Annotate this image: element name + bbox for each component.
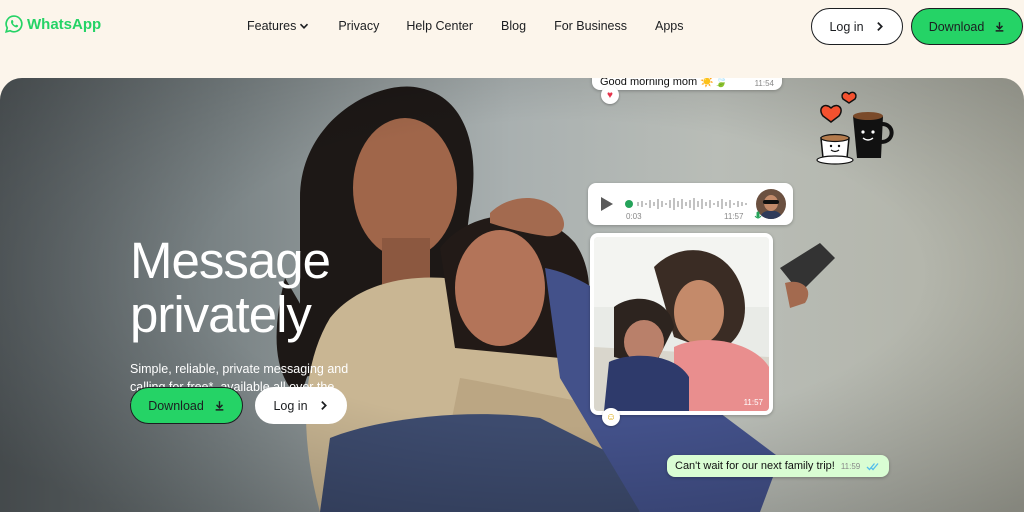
nav-item-label: Features — [247, 19, 297, 33]
message-text: Good morning mom ☀️🍃 — [600, 78, 728, 88]
voice-time: 11:57 — [724, 212, 744, 221]
message-time: 11:59 — [840, 461, 861, 471]
chat-outgoing-message: Can't wait for our next family trip! 11:… — [667, 455, 889, 477]
voice-waveform — [625, 198, 747, 210]
voice-elapsed: 0:03 — [626, 212, 642, 221]
nav-item-blog[interactable]: Blog — [501, 19, 526, 33]
nav-item-privacy[interactable]: Privacy — [338, 19, 379, 33]
nav-links: Features Privacy Help Center Blog For Bu… — [247, 19, 684, 33]
message-time: 11:54 — [754, 79, 774, 88]
top-navigation: WhatsApp Features Privacy Help Center Bl… — [0, 0, 1024, 52]
chevron-right-icon — [320, 401, 327, 410]
chevron-right-icon — [876, 22, 883, 31]
download-label: Download — [928, 19, 985, 34]
message-text: Can't wait for our next family trip! — [675, 460, 835, 472]
chat-message-good-morning: Good morning mom ☀️🍃 11:54 — [592, 78, 782, 90]
login-label: Log in — [273, 398, 308, 413]
hero-login-button[interactable]: Log in — [255, 387, 347, 424]
mic-icon — [754, 211, 762, 219]
nav-item-apps[interactable]: Apps — [655, 19, 684, 33]
download-icon — [995, 22, 1004, 32]
login-label: Log in — [829, 19, 864, 34]
chat-voice-note: 0:03 11:57 — [588, 183, 793, 225]
nav-item-features[interactable]: Features — [247, 19, 309, 33]
whatsapp-logo-icon — [4, 15, 23, 34]
whatsapp-logo[interactable]: WhatsApp — [4, 14, 101, 34]
nav-download-button[interactable]: Download — [911, 8, 1023, 45]
double-check-icon — [866, 462, 879, 470]
nav-item-label: Blog — [501, 19, 527, 33]
download-icon — [215, 401, 224, 411]
laughing-emoji-reaction-icon: ☺ — [602, 408, 620, 426]
nav-item-help-center[interactable]: Help Center — [406, 19, 473, 33]
chevron-down-icon — [300, 23, 309, 29]
coffee-cups-sticker — [816, 91, 894, 165]
nav-item-label: Help Center — [406, 19, 474, 33]
heart-reaction-icon: ♥ — [601, 86, 619, 104]
nav-item-label: For Business — [554, 19, 628, 33]
nav-login-button[interactable]: Log in — [811, 8, 903, 45]
nav-item-label: Privacy — [338, 19, 380, 33]
hero-title: Message privately — [130, 232, 331, 343]
hero-section: Message privately Simple, reliable, priv… — [0, 78, 1024, 512]
download-label: Download — [148, 398, 204, 413]
nav-item-label: Apps — [655, 19, 684, 33]
play-icon[interactable] — [600, 196, 614, 212]
brand-name: WhatsApp — [27, 15, 102, 33]
shared-photo — [594, 237, 769, 411]
chat-photo-message: 11:57 — [590, 233, 773, 415]
hero-download-button[interactable]: Download — [130, 387, 243, 424]
nav-item-for-business[interactable]: For Business — [554, 19, 627, 33]
photo-time: 11:57 — [743, 398, 763, 407]
